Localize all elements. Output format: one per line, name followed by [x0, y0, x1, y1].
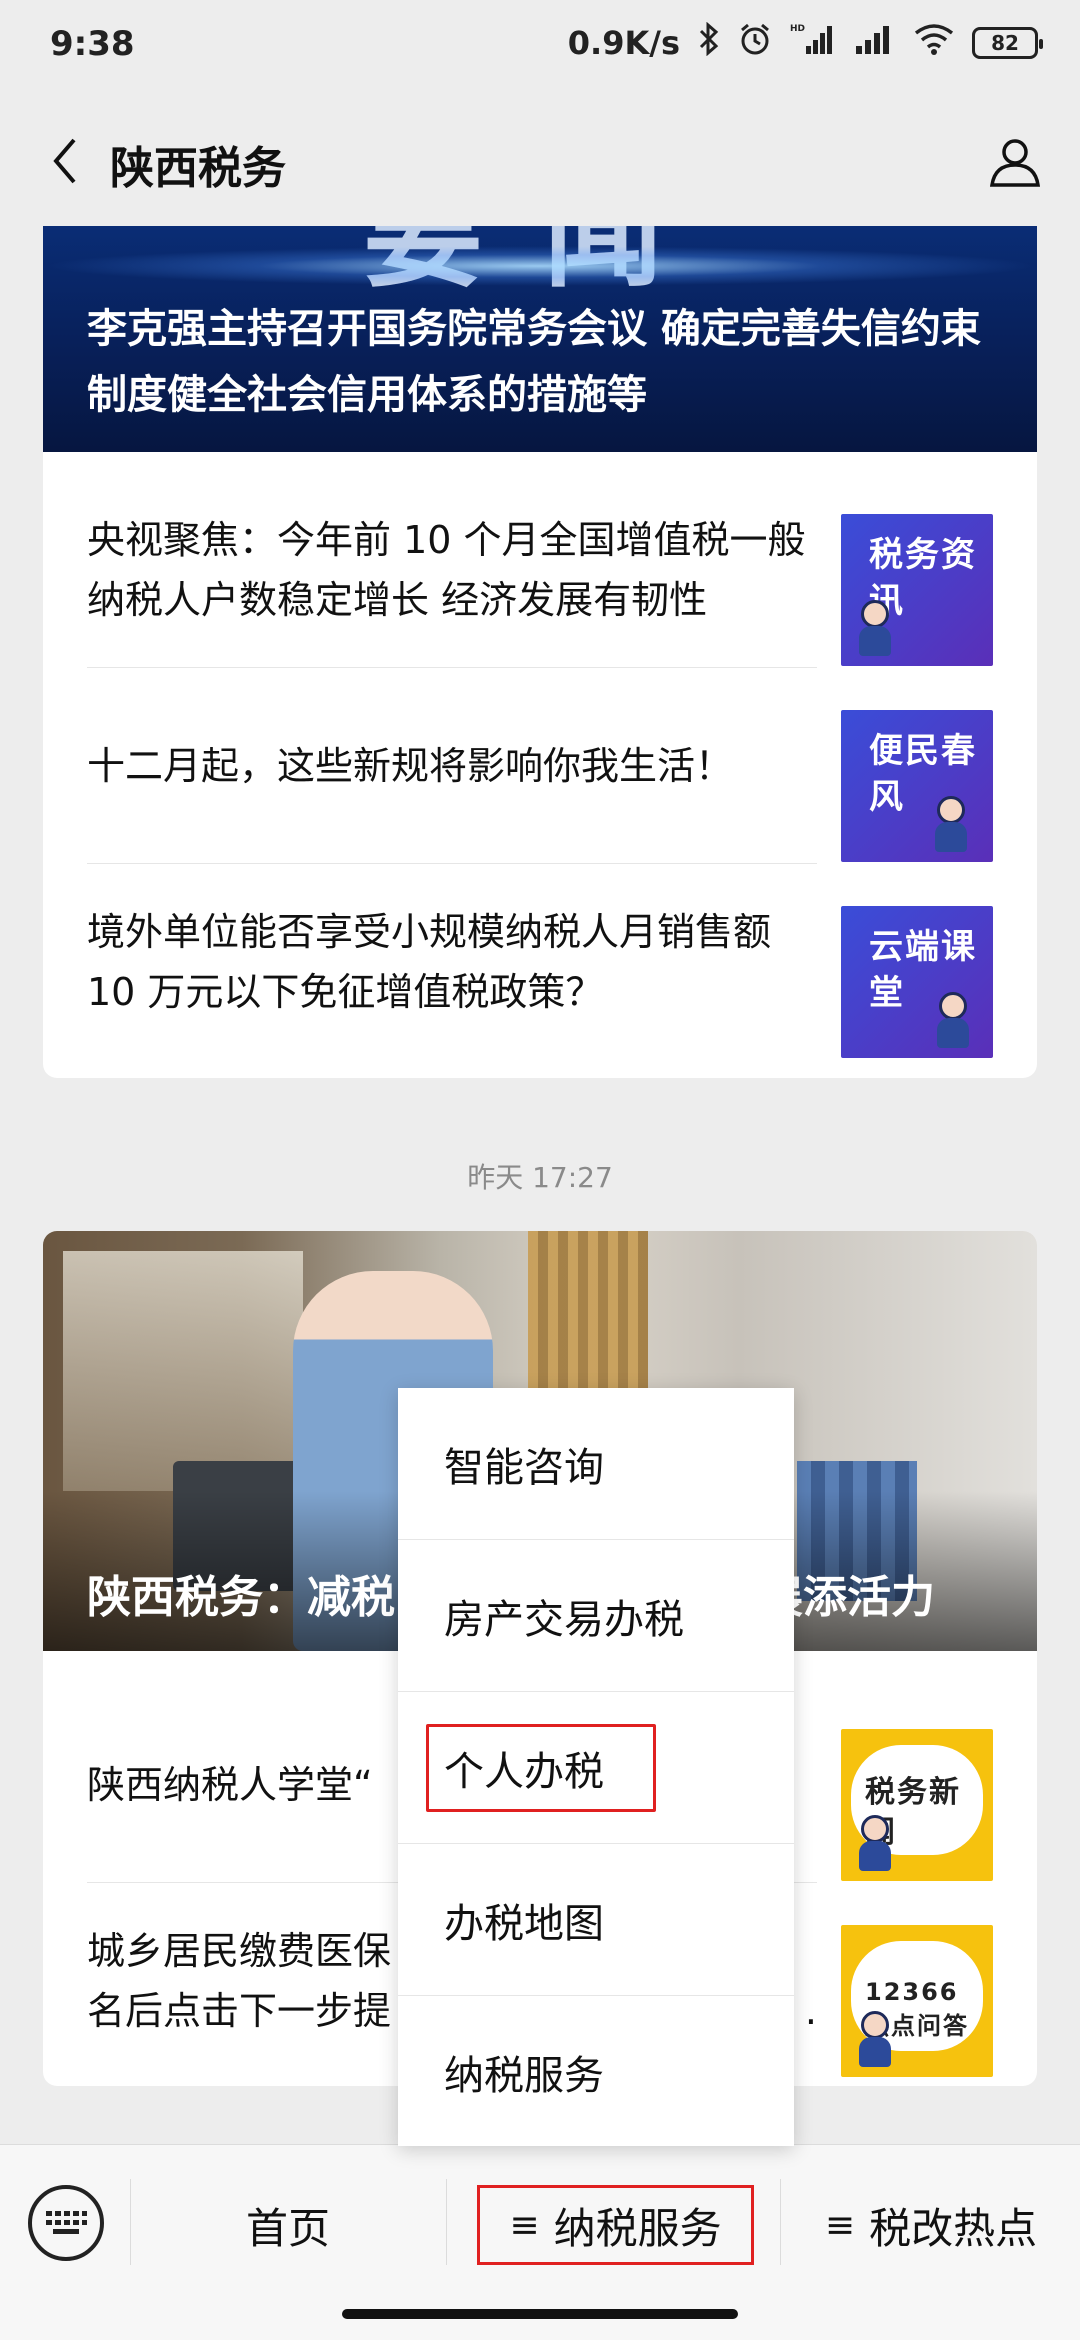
menu-item-label: 纳税服务	[444, 2053, 604, 2099]
article-card: 要闻 李克强主持召开国务院常务会议 确定完善失信约束制度健全社会信用体系的措施等…	[43, 226, 1037, 1078]
home-indicator[interactable]	[342, 2309, 738, 2319]
signal-icon	[852, 22, 896, 64]
article-title-left: 陕西纳税人学堂“	[87, 1763, 373, 1807]
list-item[interactable]: 境外单位能否享受小规模纳税人月销售额 10 万元以下免征增值税政策？ 云端课堂	[87, 864, 993, 1060]
article-title-line2-left: 名后点击下一步提	[87, 1989, 392, 2033]
nav-bar: 陕西税务	[0, 96, 1080, 226]
highlight-box	[426, 1724, 656, 1812]
back-button[interactable]	[30, 126, 100, 196]
user-icon	[989, 139, 1041, 187]
photo-window	[63, 1251, 303, 1491]
cartoon-figure-icon	[933, 992, 973, 1050]
battery-icon: 82	[972, 27, 1043, 59]
cartoon-figure-icon	[855, 2011, 895, 2069]
profile-button[interactable]	[980, 126, 1050, 196]
article-thumbnail: 便民春风	[841, 710, 993, 862]
menu-item-label: 房产交易办税	[444, 1596, 684, 1643]
menu-tax-service-button[interactable]: ≡ 纳税服务	[477, 2185, 754, 2265]
article-thumbnail: 12366热点问答	[841, 1925, 993, 2077]
article-title: 央视聚焦：今年前 10 个月全国增值税一般纳税人户数稳定增长 经济发展有韧性	[87, 518, 806, 622]
cartoon-figure-icon	[855, 600, 895, 658]
menu-item-property-tax[interactable]: 房产交易办税	[398, 1540, 794, 1692]
menu-home-button[interactable]: 首页	[132, 2185, 444, 2265]
hero-title: 李克强主持召开国务院常务会议 确定完善失信约束制度健全社会信用体系的措施等	[87, 306, 981, 418]
list-item[interactable]: 十二月起，这些新规将影响你我生活！ 便民春风	[87, 668, 993, 864]
article-title-line1-left: 城乡居民缴费医保	[87, 1929, 392, 1973]
menu-item-label: 智能咨询	[444, 1444, 604, 1491]
bluetooth-icon	[698, 21, 720, 64]
keyboard-icon	[46, 2211, 87, 2234]
menu-item-tax-service[interactable]: 纳税服务	[398, 1996, 794, 2148]
article-thumbnail: 税务新闻	[841, 1729, 993, 1881]
list-item[interactable]: 央视聚焦：今年前 10 个月全国增值税一般纳税人户数稳定增长 经济发展有韧性 税…	[87, 472, 993, 668]
keyboard-toggle-button[interactable]	[28, 2185, 104, 2261]
article-thumbnail: 云端课堂	[841, 906, 993, 1058]
hero-caption-left: 陕西税务：减税	[87, 1572, 395, 1623]
menu-label: 首页	[245, 2203, 330, 2253]
menu-item-label: 办税地图	[444, 1900, 604, 1947]
divider	[130, 2179, 131, 2265]
cartoon-figure-icon	[855, 1815, 895, 1873]
article-title: 十二月起，这些新规将影响你我生活！	[87, 744, 734, 788]
network-speed: 0.9K/s	[567, 24, 680, 62]
wifi-icon	[914, 23, 954, 63]
article-thumbnail: 税务资讯	[841, 514, 993, 666]
status-icons: 0.9K/s HD 82	[567, 21, 1043, 64]
menu-tax-reform-button[interactable]: ≡ 税改热点	[782, 2185, 1080, 2265]
article-hero[interactable]: 要闻 李克强主持召开国务院常务会议 确定完善失信约束制度健全社会信用体系的措施等	[43, 226, 1037, 452]
article-title: 境外单位能否享受小规模纳税人月销售额 10 万元以下免征增值税政策？	[87, 910, 772, 1014]
divider	[446, 2179, 447, 2265]
menu-list-icon: ≡	[509, 2204, 540, 2246]
menu-item-smart-consult[interactable]: 智能咨询	[398, 1388, 794, 1540]
signal-hd-icon: HD	[790, 22, 834, 64]
bottom-menu-bar: 首页 ≡ 纳税服务 ≡ 税改热点	[0, 2144, 1080, 2340]
hero-glow	[43, 246, 1037, 286]
menu-item-tax-map[interactable]: 办税地图	[398, 1844, 794, 1996]
status-bar: 9:38 0.9K/s HD 82	[0, 0, 1080, 96]
service-submenu: 智能咨询 房产交易办税 个人办税 办税地图 纳税服务	[398, 1388, 794, 2146]
svg-text:HD: HD	[790, 24, 805, 34]
page-title: 陕西税务	[110, 143, 286, 194]
menu-item-personal-tax[interactable]: 个人办税	[398, 1692, 794, 1844]
divider	[780, 2179, 781, 2265]
cartoon-figure-icon	[931, 796, 971, 854]
status-time: 9:38	[50, 24, 135, 64]
article-title-line2-right: .	[804, 1989, 817, 2033]
menu-label: 税改热点	[869, 2203, 1038, 2253]
menu-list-icon: ≡	[824, 2204, 856, 2246]
back-arrow-icon	[53, 138, 76, 184]
alarm-icon	[738, 22, 772, 64]
message-timestamp: 昨天 17:27	[467, 1161, 613, 1194]
menu-label: 纳税服务	[553, 2203, 722, 2253]
